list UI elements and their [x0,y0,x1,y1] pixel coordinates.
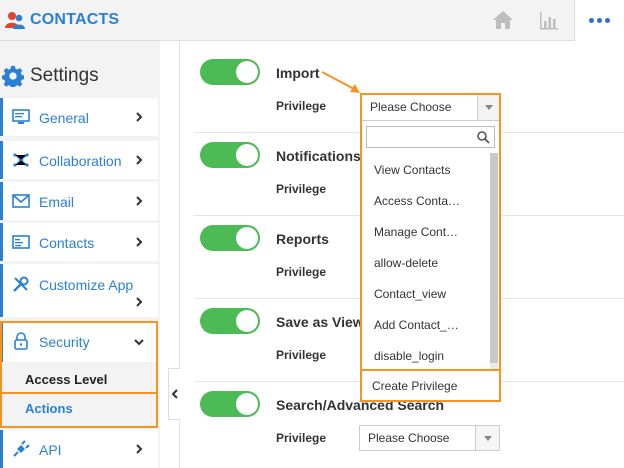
plug-icon [13,440,30,457]
callout-arrow-icon [321,71,360,93]
search-icon [477,131,490,144]
dropdown-scrollbar[interactable] [490,153,498,369]
dropdown-option[interactable]: Contact_view [374,287,446,301]
search-privilege-select[interactable]: Please Choose [359,425,500,451]
network-icon [13,153,29,167]
dropdown-options-list: View Contacts Access Conta… Manage Cont…… [362,153,489,369]
sidebar-item-label: Contacts [39,235,95,251]
sidebar-item-api[interactable]: API [0,430,158,468]
save-as-view-toggle[interactable] [200,308,260,334]
import-privilege-select[interactable]: Please Choose [362,95,499,121]
row-title: Save as View [276,314,364,330]
import-toggle[interactable] [200,59,260,85]
create-privilege-button[interactable]: Create Privilege [360,369,501,402]
reports-toggle[interactable] [200,225,260,251]
gear-icon [2,65,24,87]
sidebar-item-label: Collaboration [39,153,122,169]
chevron-right-icon [136,237,143,247]
chevron-right-icon [136,297,143,307]
more-icon[interactable] [574,0,624,41]
dropdown-option[interactable]: Access Conta… [374,194,460,208]
chart-icon[interactable] [537,8,561,32]
sidebar-item-label: Customize App [39,277,134,293]
privilege-label: Privilege [276,348,327,362]
sidebar-item-general[interactable]: General [0,98,158,136]
submenu-actions[interactable]: Actions [25,401,73,416]
row-title: Import [276,65,320,81]
sidebar-item-customize-app[interactable]: Customize App [0,264,158,317]
collapse-sidebar-handle[interactable] [168,368,180,420]
home-icon[interactable] [491,8,515,32]
privilege-label: Privilege [276,265,327,279]
notifications-toggle[interactable] [200,142,260,168]
sidebar-item-contacts[interactable]: Contacts [0,223,158,261]
sidebar-item-email[interactable]: Email [0,182,158,220]
security-submenu: Access Level Actions [0,362,158,428]
privilege-dropdown: Please Choose View Contacts Access Conta… [360,93,501,402]
sidebar-item-security[interactable]: Security [0,322,158,362]
row-title: Reports [276,231,329,247]
tools-icon [13,276,29,292]
dropdown-option[interactable]: disable_login [374,349,444,363]
chevron-right-icon [136,196,143,206]
chevron-down-icon [475,426,499,450]
sidebar-item-label: Email [39,194,75,210]
search-toggle[interactable] [200,391,260,417]
sidebar-item-label: General [39,110,89,126]
privilege-label: Privilege [276,99,327,113]
contacts-logo-icon [5,12,25,29]
privilege-label: Privilege [276,431,327,445]
submenu-access-level[interactable]: Access Level [25,372,107,387]
chevron-right-icon [136,444,143,454]
sidebar-item-label: Security [39,334,90,350]
sidebar-item-collaboration[interactable]: Collaboration [0,141,158,179]
chevron-left-icon [171,389,178,399]
dropdown-option[interactable]: View Contacts [374,163,450,177]
monitor-icon [12,109,30,124]
sidebar-item-label: API [39,442,62,458]
settings-heading: Settings [0,61,99,91]
lock-icon [14,332,28,350]
card-icon [12,235,30,249]
row-title: Notifications [276,148,361,164]
dropdown-option[interactable]: Manage Cont… [374,225,458,239]
app-brand[interactable]: CONTACTS [4,8,119,32]
chevron-right-icon [136,155,143,165]
privilege-label: Privilege [276,182,327,196]
dropdown-search-input[interactable] [366,126,495,148]
dropdown-option[interactable]: Add Contact_… [374,318,459,332]
envelope-icon [12,194,30,208]
chevron-right-icon [136,112,143,122]
chevron-down-icon [134,339,144,346]
sidebar: Settings General Collaboration Email Con… [0,41,160,468]
app-title: CONTACTS [30,11,120,28]
top-bar: CONTACTS [0,0,624,41]
dropdown-option[interactable]: allow-delete [374,256,438,270]
chevron-down-icon [477,95,499,120]
